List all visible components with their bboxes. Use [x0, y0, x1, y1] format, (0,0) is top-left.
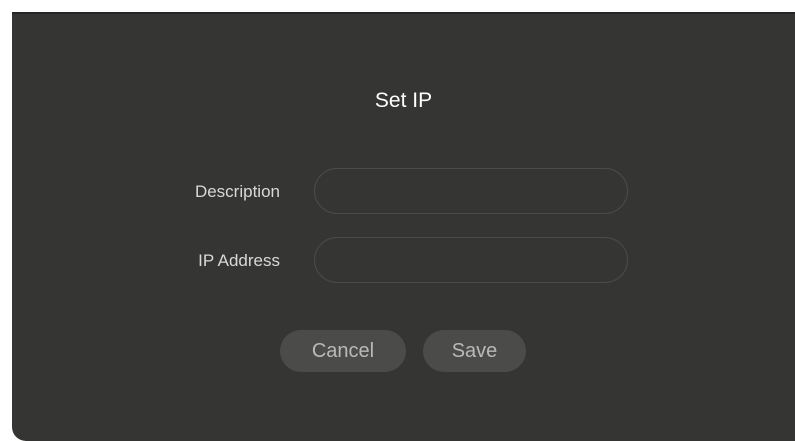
set-ip-dialog: Set IP Description IP Address Cancel Sav…: [12, 14, 795, 441]
description-input[interactable]: [314, 168, 628, 214]
save-button[interactable]: Save: [423, 330, 526, 372]
description-label: Description: [194, 182, 280, 201]
cancel-button[interactable]: Cancel: [280, 330, 406, 372]
ip-address-input[interactable]: [314, 237, 628, 283]
dialog-title: Set IP: [374, 89, 433, 112]
ip-address-label: IP Address: [198, 251, 280, 270]
